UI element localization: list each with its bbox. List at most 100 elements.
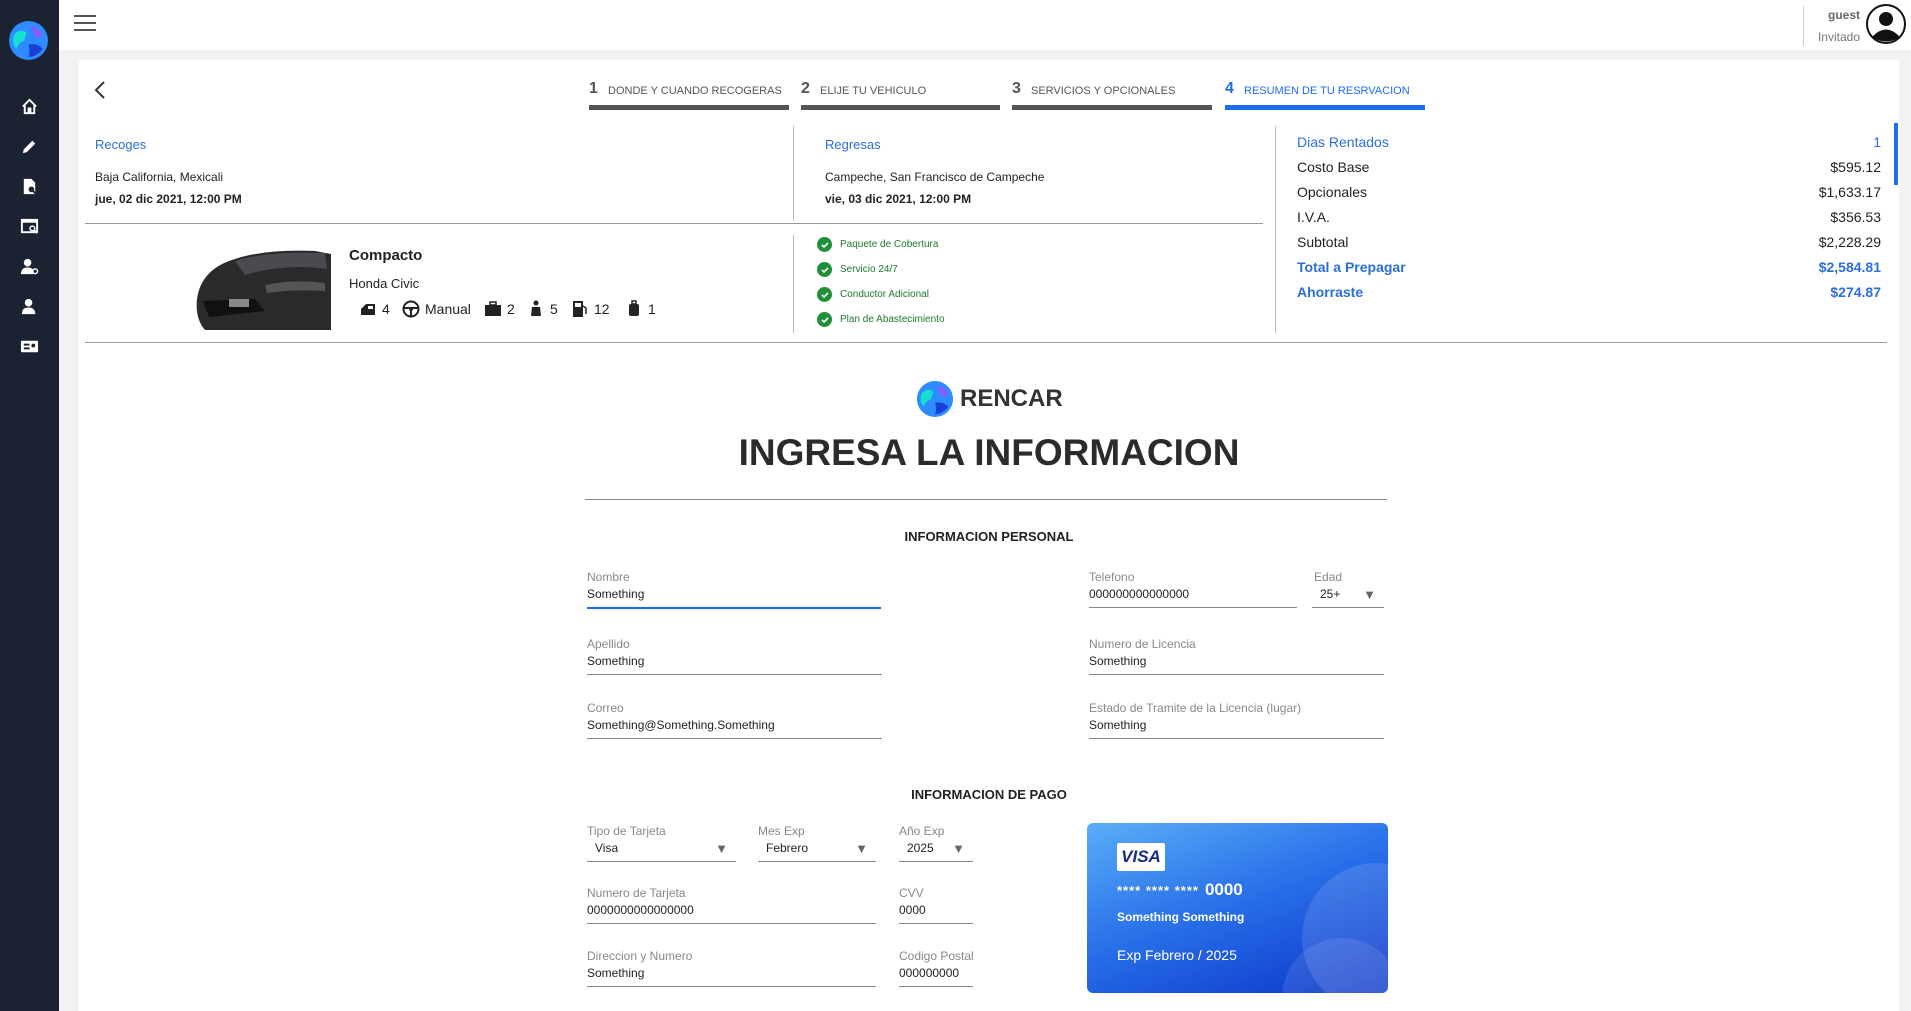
summary-label: Ahorraste	[1297, 284, 1364, 300]
step-3[interactable]: 3 SERVICIOS Y OPCIONALES	[1012, 80, 1212, 110]
user-gear-icon	[20, 258, 39, 274]
summary-label: Subtotal	[1297, 234, 1349, 250]
correo-field[interactable]: Correo Something@Something.Something	[587, 701, 882, 739]
summary-iva: I.V.A. $356.53	[1297, 209, 1881, 225]
fuel-pump-icon	[573, 301, 587, 317]
check-icon	[817, 287, 832, 302]
telefono-input[interactable]: 000000000000000	[1089, 587, 1297, 608]
luggage-value: 2	[507, 301, 515, 317]
mes-exp-select[interactable]: Febrero ▼	[758, 841, 876, 862]
visa-logo-icon: VISA	[1117, 843, 1165, 871]
divider	[793, 235, 794, 333]
step-label: SERVICIOS Y OPCIONALES	[1031, 85, 1176, 97]
licencia-input[interactable]: Something	[1089, 654, 1384, 675]
dropdown-caret-icon: ▼	[952, 841, 965, 856]
brand: RENCAR	[916, 380, 1063, 418]
nav-user-edit[interactable]	[0, 290, 59, 322]
summary-value: 1	[1873, 134, 1881, 150]
cvv-field[interactable]: CVV 0000	[899, 886, 973, 924]
check-icon	[817, 262, 832, 277]
avatar-icon[interactable]	[1866, 4, 1906, 44]
nav-document-search[interactable]	[0, 170, 59, 202]
return-date: vie, 03 dic 2021, 12:00 PM	[825, 192, 972, 206]
mes-exp-field[interactable]: Mes Exp Febrero ▼	[758, 824, 876, 862]
tipo-tarjeta-value: Visa	[595, 841, 619, 855]
car-category: Compacto	[349, 247, 423, 264]
field-label: Numero de Tarjeta	[587, 886, 686, 900]
nav-edit[interactable]	[0, 130, 59, 162]
nav-home[interactable]	[0, 90, 59, 122]
anio-exp-field[interactable]: Año Exp 2025 ▼	[899, 824, 973, 862]
menu-icon[interactable]	[74, 15, 96, 35]
apellido-field[interactable]: Apellido Something	[587, 637, 882, 675]
nav-browser-search[interactable]	[0, 210, 59, 242]
brand-name: RENCAR	[960, 385, 1063, 412]
telefono-field[interactable]: Telefono 000000000000000	[1089, 570, 1297, 608]
licencia-field[interactable]: Numero de Licencia Something	[1089, 637, 1384, 675]
step-number: 4	[1225, 80, 1234, 97]
direccion-field[interactable]: Direccion y Numero Something	[587, 949, 876, 987]
summary-days: Dias Rentados 1	[1297, 134, 1881, 150]
scroll-indicator[interactable]	[1894, 123, 1898, 185]
field-label: Nombre	[587, 570, 630, 584]
service-label: Paquete de Cobertura	[840, 239, 939, 250]
tipo-tarjeta-field[interactable]: Tipo de Tarjeta Visa ▼	[587, 824, 736, 862]
nav-user-settings[interactable]	[0, 250, 59, 282]
step-1[interactable]: 1 DONDE Y CUANDO RECOGERAS	[589, 80, 789, 110]
codigo-postal-input[interactable]: 000000000	[899, 966, 973, 987]
tipo-tarjeta-select[interactable]: Visa ▼	[587, 841, 736, 862]
correo-input[interactable]: Something@Something.Something	[587, 718, 882, 739]
return-location: Campeche, San Francisco de Campeche	[825, 170, 1045, 184]
pickup-location: Baja California, Mexicali	[95, 170, 224, 184]
step-4[interactable]: 4 RESUMEN DE TU RESRVACION	[1225, 80, 1425, 110]
divider	[85, 342, 1887, 343]
cvv-input[interactable]: 0000	[899, 903, 973, 924]
credit-card-preview: VISA **** **** **** 0000 Something Somet…	[1087, 823, 1388, 993]
seats-value: 5	[550, 301, 558, 317]
feature-small-luggage: 1	[625, 300, 656, 318]
dropdown-caret-icon: ▼	[715, 841, 728, 856]
service-item: Plan de Abastecimiento	[817, 312, 945, 327]
step-label: DONDE Y CUANDO RECOGERAS	[608, 85, 782, 97]
field-label: Codigo Postal	[899, 949, 973, 963]
nombre-input[interactable]: Something	[587, 587, 881, 609]
step-2[interactable]: 2 ELIJE TU VEHICULO	[801, 80, 1000, 110]
user-divider	[1803, 6, 1804, 46]
card-last4: 0000	[1204, 880, 1243, 899]
card-number-preview: **** **** **** 0000	[1117, 880, 1243, 900]
back-arrow-icon[interactable]	[92, 79, 108, 101]
step-label: RESUMEN DE TU RESRVACION	[1244, 85, 1410, 97]
service-label: Conductor Adicional	[840, 289, 929, 300]
field-label: Mes Exp	[758, 824, 805, 838]
nombre-field[interactable]: Nombre Something	[587, 570, 881, 609]
apellido-input[interactable]: Something	[587, 654, 882, 675]
anio-exp-select[interactable]: 2025 ▼	[899, 841, 973, 862]
numero-tarjeta-field[interactable]: Numero de Tarjeta 0000000000000000	[587, 886, 876, 924]
app-logo-icon[interactable]	[8, 20, 49, 61]
anio-exp-value: 2025	[907, 841, 934, 855]
field-label: Direccion y Numero	[587, 949, 693, 963]
edad-select[interactable]: 25+ ▼	[1312, 587, 1384, 608]
edad-value: 25+	[1320, 587, 1341, 601]
rencar-logo-icon	[916, 380, 954, 418]
divider	[1275, 126, 1276, 333]
car-image	[195, 239, 331, 330]
numero-tarjeta-input[interactable]: 0000000000000000	[587, 903, 876, 924]
edad-field[interactable]: Edad 25+ ▼	[1312, 570, 1384, 608]
dropdown-caret-icon: ▼	[1363, 587, 1376, 602]
divider	[585, 499, 1387, 500]
direccion-input[interactable]: Something	[587, 966, 876, 987]
divider	[85, 223, 1263, 224]
nav-id-card[interactable]	[0, 330, 59, 362]
summary-label: Costo Base	[1297, 159, 1370, 175]
field-label: Año Exp	[899, 824, 945, 838]
summary-label: Total a Prepagar	[1297, 259, 1406, 275]
mes-exp-value: Febrero	[766, 841, 809, 855]
codigo-postal-field[interactable]: Codigo Postal 000000000	[899, 949, 973, 987]
user-name: guest	[1827, 8, 1860, 22]
estado-licencia-field[interactable]: Estado de Tramite de la Licencia (lugar)…	[1089, 701, 1384, 739]
field-label: Numero de Licencia	[1089, 637, 1196, 651]
estado-licencia-input[interactable]: Something	[1089, 718, 1384, 739]
steering-wheel-icon	[402, 300, 420, 318]
summary-value: $595.12	[1830, 159, 1881, 175]
